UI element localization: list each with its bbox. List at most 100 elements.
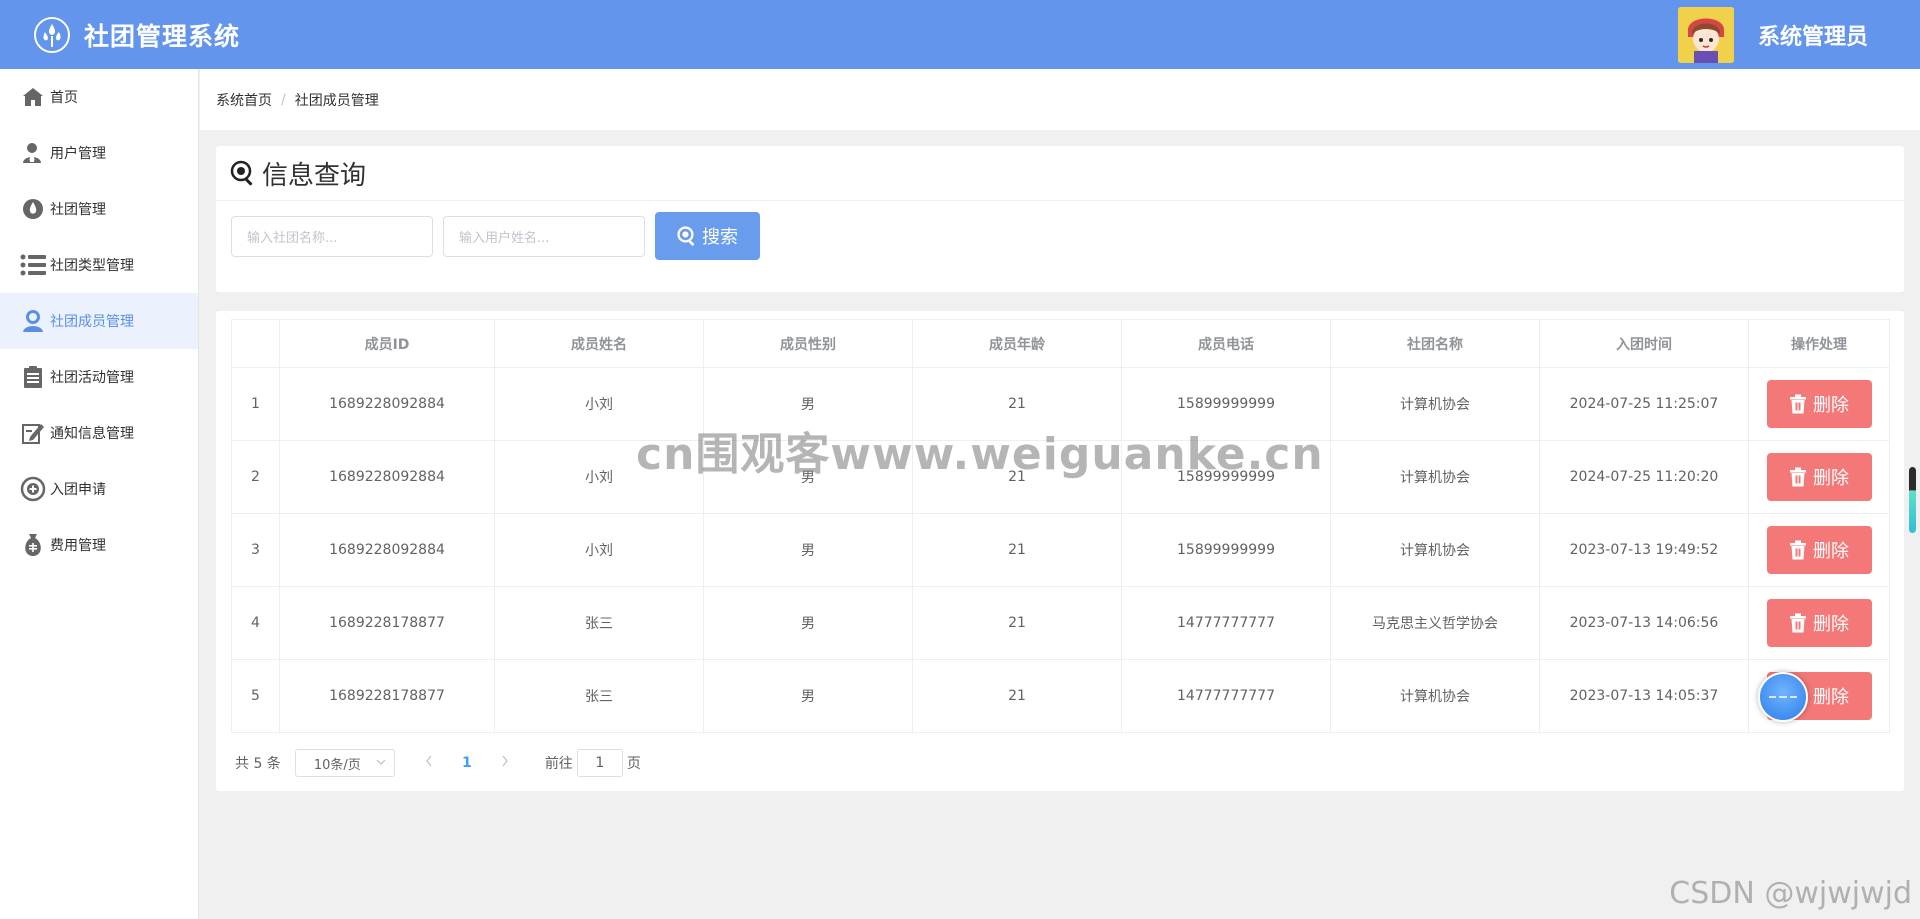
- trash-icon: [1790, 394, 1806, 414]
- app-title: 社团管理系统: [84, 21, 241, 51]
- trash-icon: [1790, 613, 1806, 633]
- cell-member-id: 1689228178877: [279, 659, 495, 733]
- cell-join-time: 2023-07-13 14:06:56: [1539, 586, 1749, 660]
- page-size-value: 10条/页: [313, 757, 361, 773]
- chevron-left-icon: [425, 755, 432, 767]
- breadcrumb-separator: /: [281, 91, 286, 108]
- cell-join-time: 2024-07-25 11:25:07: [1539, 367, 1749, 441]
- sidebar-item-activities[interactable]: 社团活动管理: [0, 349, 198, 405]
- sidebar-item-members[interactable]: 社团成员管理: [0, 293, 198, 349]
- admin-name[interactable]: 系统管理员: [1758, 19, 1868, 51]
- table-row: 4 1689228178877 张三 男 21 14777777777 马克思主…: [231, 586, 1890, 660]
- cell-gender: 男: [703, 513, 913, 587]
- cell-index: 2: [231, 440, 280, 514]
- column-header-member-id: 成员ID: [279, 319, 495, 368]
- sidebar-item-label: 入团申请: [50, 482, 106, 498]
- column-header-phone: 成员电话: [1121, 319, 1331, 368]
- delete-button-label: 删除: [1813, 468, 1849, 489]
- sidebar-item-clubs[interactable]: 社团管理: [0, 181, 198, 237]
- sidebar-item-applications[interactable]: 入团申请: [0, 461, 198, 517]
- cell-phone: 15899999999: [1121, 513, 1331, 587]
- cell-member-id: 1689228178877: [279, 586, 495, 660]
- cell-phone: 14777777777: [1121, 659, 1331, 733]
- cell-club-name: 计算机协会: [1330, 440, 1540, 514]
- delete-button[interactable]: 删除: [1766, 380, 1872, 428]
- delete-button-label: 删除: [1813, 687, 1849, 708]
- cell-join-time: 2023-07-13 14:05:37: [1539, 659, 1749, 733]
- cell-index: 3: [231, 513, 280, 587]
- document-icon: [20, 364, 46, 390]
- cell-age: 21: [912, 659, 1122, 733]
- home-icon: [20, 84, 46, 110]
- column-header-member-name: 成员姓名: [494, 319, 704, 368]
- sidebar-item-label: 社团活动管理: [50, 370, 134, 386]
- delete-button-label: 删除: [1813, 614, 1849, 635]
- column-header-index: [231, 319, 280, 368]
- scroll-indicator[interactable]: [1909, 467, 1916, 533]
- top-header: 社团管理系统 系统管理员: [0, 0, 1920, 69]
- avatar-image: [1677, 6, 1734, 63]
- sidebar-item-label: 用户管理: [50, 146, 106, 162]
- sidebar-item-fees[interactable]: 费用管理: [0, 517, 198, 573]
- search-icon: [230, 160, 253, 186]
- table-row: 5 1689228178877 张三 男 21 14777777777 计算机协…: [231, 659, 1890, 733]
- delete-button[interactable]: 删除: [1766, 599, 1872, 647]
- cell-age: 21: [912, 513, 1122, 587]
- drop-cluster-icon: [34, 16, 70, 53]
- sidebar-item-home[interactable]: 首页: [0, 69, 198, 125]
- sidebar-item-notices[interactable]: 通知信息管理: [0, 405, 198, 461]
- search-icon: [677, 226, 695, 246]
- column-header-club-name: 社团名称: [1330, 319, 1540, 368]
- cell-index: 1: [231, 367, 280, 441]
- search-button-label: 搜索: [702, 227, 738, 248]
- cell-gender: 男: [703, 586, 913, 660]
- cell-member-name: 小刘: [494, 513, 704, 587]
- cell-club-name: 计算机协会: [1330, 513, 1540, 587]
- cell-gender: 男: [703, 659, 913, 733]
- money-bag-icon: [20, 532, 46, 558]
- page-size-select[interactable]: 10条/页: [294, 749, 395, 777]
- cell-member-name: 张三: [494, 586, 704, 660]
- cell-phone: 14777777777: [1121, 586, 1331, 660]
- cell-join-time: 2024-07-25 11:20:20: [1539, 440, 1749, 514]
- sidebar: 首页 用户管理 社团管理 社团类型管理 社团成员管理 社团活动管理 通知信息管理…: [0, 69, 199, 919]
- trash-icon: [1790, 467, 1806, 487]
- club-name-input[interactable]: 输入社团名称...: [231, 215, 433, 257]
- breadcrumb-home[interactable]: 系统首页: [216, 90, 272, 110]
- cell-club-name: 计算机协会: [1330, 659, 1540, 733]
- member-table-panel: 成员ID 成员姓名 成员性别 成员年龄 成员电话 社团名称 入团时间 操作处理 …: [216, 311, 1904, 791]
- chevron-right-icon: [502, 755, 508, 767]
- avatar[interactable]: [1677, 6, 1734, 63]
- total-count: 共 5 条: [235, 756, 281, 772]
- logo: 社团管理系统: [34, 16, 241, 53]
- goto-label: 前往: [544, 756, 573, 772]
- sidebar-item-label: 社团成员管理: [50, 314, 134, 330]
- breadcrumb-current: 社团成员管理: [294, 92, 379, 109]
- table-header-row: 成员ID 成员姓名 成员性别 成员年龄 成员电话 社团名称 入团时间 操作处理: [231, 319, 1890, 368]
- next-page-button[interactable]: [491, 755, 519, 771]
- cell-member-id: 1689228092884: [279, 440, 495, 514]
- cell-club-name: 计算机协会: [1330, 367, 1540, 441]
- goto-page-input[interactable]: 1: [576, 749, 623, 777]
- sidebar-item-club-types[interactable]: 社团类型管理: [0, 237, 198, 293]
- chevron-down-icon: [376, 759, 386, 765]
- user-add-icon: [20, 140, 46, 166]
- sidebar-item-users[interactable]: 用户管理: [0, 125, 198, 181]
- prev-page-button[interactable]: [415, 755, 443, 771]
- delete-button-label: 删除: [1813, 541, 1849, 562]
- cell-index: 4: [231, 586, 280, 660]
- floating-assistant-button[interactable]: [1758, 672, 1808, 722]
- cell-club-name: 马克思主义哲学协会: [1330, 586, 1540, 660]
- search-button[interactable]: 搜索: [655, 212, 760, 260]
- search-panel-title: 信息查询: [262, 160, 367, 191]
- user-name-input[interactable]: 输入用户姓名...: [443, 215, 645, 257]
- delete-button[interactable]: 删除: [1766, 526, 1872, 574]
- page-number-current[interactable]: 1: [453, 755, 481, 771]
- csdn-watermark: CSDN @wjwjwjd: [1669, 876, 1912, 911]
- cell-member-id: 1689228092884: [279, 367, 495, 441]
- watermark: cn围观客www.weiguanke.cn: [636, 429, 1324, 480]
- cell-member-name: 张三: [494, 659, 704, 733]
- delete-button[interactable]: 删除: [1766, 453, 1872, 501]
- sidebar-item-label: 费用管理: [50, 538, 106, 554]
- drop-icon: [20, 196, 46, 222]
